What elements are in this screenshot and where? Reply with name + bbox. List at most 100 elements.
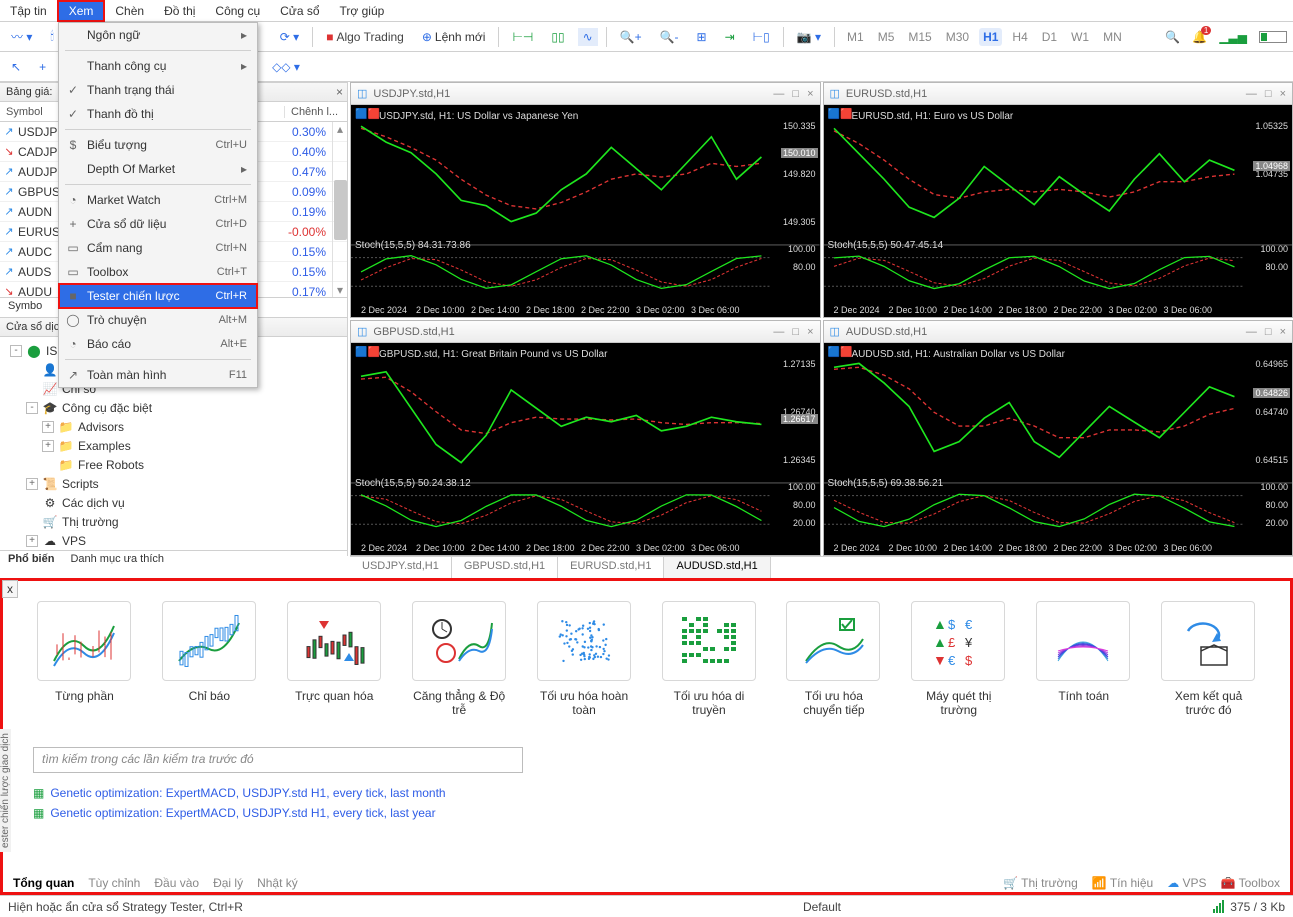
zoom-in-icon[interactable]: 🔍+ bbox=[615, 28, 647, 46]
menu-chart[interactable]: Đồ thị bbox=[154, 2, 205, 20]
timeframe-H4[interactable]: H4 bbox=[1008, 28, 1031, 46]
tester-tab[interactable]: Tùy chỉnh bbox=[88, 876, 140, 890]
nav-item[interactable]: 🛒Thị trường bbox=[0, 512, 347, 531]
nav-item[interactable]: ⚙Các dịch vụ bbox=[0, 493, 347, 512]
scroll-icon[interactable]: ⇥ bbox=[720, 28, 740, 46]
menu-item-thanh-công-cụ[interactable]: Thanh công cụ▸ bbox=[59, 54, 257, 78]
nav-tab-favorites[interactable]: Danh mục ưa thích bbox=[62, 551, 172, 570]
menu-insert[interactable]: Chèn bbox=[105, 2, 154, 20]
menu-file[interactable]: Tập tin bbox=[0, 2, 57, 20]
new-order-button[interactable]: ⊕ Lệnh mới bbox=[417, 28, 491, 46]
maximize-icon[interactable]: □ bbox=[792, 88, 799, 100]
menu-tools[interactable]: Công cụ bbox=[205, 2, 270, 20]
tester-search-input[interactable]: tìm kiếm trong các lần kiểm tra trước đó bbox=[33, 747, 523, 773]
refresh-icon[interactable]: ⟳ ▾ bbox=[275, 28, 304, 46]
timeframe-M30[interactable]: M30 bbox=[942, 28, 973, 46]
maximize-icon[interactable]: □ bbox=[1265, 88, 1272, 100]
tester-card[interactable]: Chỉ báo bbox=[162, 601, 257, 717]
menu-item-tester-chiến-lược[interactable]: ■Tester chiến lượcCtrl+R bbox=[59, 284, 257, 308]
search-icon[interactable]: 🔍 bbox=[1165, 30, 1180, 44]
menu-item-ngôn-ngữ[interactable]: Ngôn ngữ▸ bbox=[59, 23, 257, 47]
menu-item-trò-chuyện[interactable]: ◯Trò chuyệnAlt+M bbox=[59, 308, 257, 332]
chart-canvas[interactable]: 🟦🟥 AUDUSD.std, H1: Australian Dollar vs … bbox=[824, 343, 1293, 555]
menu-item-thanh-trạng-thái[interactable]: ✓Thanh trạng thái bbox=[59, 78, 257, 102]
maximize-icon[interactable]: □ bbox=[1265, 326, 1272, 338]
cursor-icon[interactable]: ↖ bbox=[6, 58, 26, 76]
algo-trading-button[interactable]: ■ Algo Trading bbox=[321, 28, 409, 46]
tester-close-icon[interactable]: x bbox=[2, 580, 18, 598]
objects-icon[interactable]: ◇◇ ▾ bbox=[267, 58, 305, 76]
crosshair-icon[interactable]: + bbox=[34, 58, 51, 76]
chart-line-icon[interactable]: 〰 ▾ bbox=[6, 26, 37, 47]
menu-item-biểu-tượng[interactable]: $Biểu tượngCtrl+U bbox=[59, 133, 257, 157]
tester-card[interactable]: Tối ưu hóa di truyền bbox=[662, 601, 757, 717]
minimize-icon[interactable]: — bbox=[773, 326, 784, 338]
tester-link[interactable]: 🛒 Thị trường bbox=[1003, 876, 1078, 890]
bars-icon[interactable]: ⊢⊣ bbox=[507, 28, 538, 46]
nav-item[interactable]: -🎓Công cụ đặc biệt bbox=[0, 398, 347, 417]
history-row[interactable]: ▦Genetic optimization: ExpertMACD, USDJP… bbox=[33, 803, 1260, 823]
tester-card[interactable]: Tính toán bbox=[1036, 601, 1131, 717]
menu-item-market-watch[interactable]: ◔Market WatchCtrl+M bbox=[59, 188, 257, 212]
tester-card[interactable]: ▲$€▲£¥▼€$Máy quét thị trường bbox=[911, 601, 1006, 717]
market-watch-close-icon[interactable]: × bbox=[336, 85, 343, 99]
tester-card[interactable]: Tối ưu hóa hoàn toàn bbox=[537, 601, 632, 717]
signal-icon[interactable]: ▁▃▅ bbox=[1219, 30, 1247, 44]
tester-card[interactable]: Xem kết quả trước đó bbox=[1161, 601, 1256, 717]
nav-item[interactable]: +📜Scripts bbox=[0, 474, 347, 493]
tester-tab[interactable]: Đầu vào bbox=[154, 876, 199, 890]
close-icon[interactable]: × bbox=[807, 88, 813, 100]
chart-tab[interactable]: AUDUSD.std,H1 bbox=[664, 557, 770, 578]
close-icon[interactable]: × bbox=[807, 326, 813, 338]
close-icon[interactable]: × bbox=[1280, 326, 1286, 338]
minimize-icon[interactable]: — bbox=[1246, 88, 1257, 100]
chart-canvas[interactable]: 🟦🟥 GBPUSD.std, H1: Great Britain Pound v… bbox=[351, 343, 820, 555]
nav-item[interactable]: +☁VPS bbox=[0, 531, 347, 550]
history-row[interactable]: ▦Genetic optimization: ExpertMACD, USDJP… bbox=[33, 783, 1260, 803]
col-change[interactable]: Chênh l... bbox=[284, 106, 344, 118]
chart-candle-icon[interactable]: 🕯 bbox=[45, 27, 58, 46]
shift-icon[interactable]: ⊢▯ bbox=[748, 28, 775, 46]
timeframe-MN[interactable]: MN bbox=[1099, 28, 1126, 46]
menu-item-báo-cáo[interactable]: ◔Báo cáoAlt+E bbox=[59, 332, 257, 356]
tester-tab[interactable]: Nhật ký bbox=[257, 876, 298, 890]
menu-item-depth-of-market[interactable]: Depth Of Market▸ bbox=[59, 157, 257, 181]
menu-item-cẩm-nang[interactable]: ▭Cẩm nangCtrl+N bbox=[59, 236, 257, 260]
menu-view[interactable]: Xem bbox=[57, 0, 106, 22]
tester-link[interactable]: ☁ VPS bbox=[1167, 876, 1206, 890]
nav-item[interactable]: 📁Free Robots bbox=[0, 455, 347, 474]
market-watch-scrollbar[interactable]: ▴▾ bbox=[332, 122, 347, 297]
zoom-out-icon[interactable]: 🔍- bbox=[655, 28, 684, 46]
minimize-icon[interactable]: — bbox=[1246, 326, 1257, 338]
menu-item-thanh-đồ-thị[interactable]: ✓Thanh đồ thị bbox=[59, 102, 257, 126]
line-icon[interactable]: ∿ bbox=[578, 28, 598, 46]
timeframe-M5[interactable]: M5 bbox=[874, 28, 899, 46]
menu-window[interactable]: Cửa sổ bbox=[270, 2, 329, 20]
timeframe-M1[interactable]: M1 bbox=[843, 28, 868, 46]
tester-tab[interactable]: Tổng quan bbox=[13, 876, 74, 890]
tester-card[interactable]: Từng phần bbox=[37, 601, 132, 717]
menu-help[interactable]: Trợ giúp bbox=[330, 2, 395, 20]
camera-icon[interactable]: 📷 ▾ bbox=[792, 28, 826, 46]
menu-item-cửa-sổ-dữ-liệu[interactable]: +Cửa sổ dữ liệuCtrl+D bbox=[59, 212, 257, 236]
tester-link[interactable]: 📶 Tín hiệu bbox=[1092, 876, 1153, 890]
chart-tab[interactable]: GBPUSD.std,H1 bbox=[452, 557, 558, 578]
menu-item-toàn-màn-hình[interactable]: ↗Toàn màn hìnhF11 bbox=[59, 363, 257, 387]
nav-item[interactable]: +📁Examples bbox=[0, 436, 347, 455]
chart-tab[interactable]: EURUSD.std,H1 bbox=[558, 557, 664, 578]
timeframe-M15[interactable]: M15 bbox=[904, 28, 935, 46]
minimize-icon[interactable]: — bbox=[773, 88, 784, 100]
menu-item-toolbox[interactable]: ▭ToolboxCtrl+T bbox=[59, 260, 257, 284]
tester-link[interactable]: 🧰 Toolbox bbox=[1221, 876, 1280, 890]
tester-card[interactable]: Tối ưu hóa chuyển tiếp bbox=[786, 601, 881, 717]
timeframe-W1[interactable]: W1 bbox=[1067, 28, 1093, 46]
mw-tab-symbols[interactable]: Symbo bbox=[0, 298, 50, 317]
close-icon[interactable]: × bbox=[1280, 88, 1286, 100]
nav-item[interactable]: +📁Advisors bbox=[0, 417, 347, 436]
chart-tab[interactable]: USDJPY.std,H1 bbox=[350, 557, 452, 578]
chart-canvas[interactable]: 🟦🟥 EURUSD.std, H1: Euro vs US Dollar 1.0… bbox=[824, 105, 1293, 317]
candles-icon[interactable]: ▯▯ bbox=[546, 28, 569, 46]
timeframe-D1[interactable]: D1 bbox=[1038, 28, 1061, 46]
chart-canvas[interactable]: 🟦🟥 USDJPY.std, H1: US Dollar vs Japanese… bbox=[351, 105, 820, 317]
alert-icon[interactable]: 🔔1 bbox=[1192, 30, 1207, 44]
